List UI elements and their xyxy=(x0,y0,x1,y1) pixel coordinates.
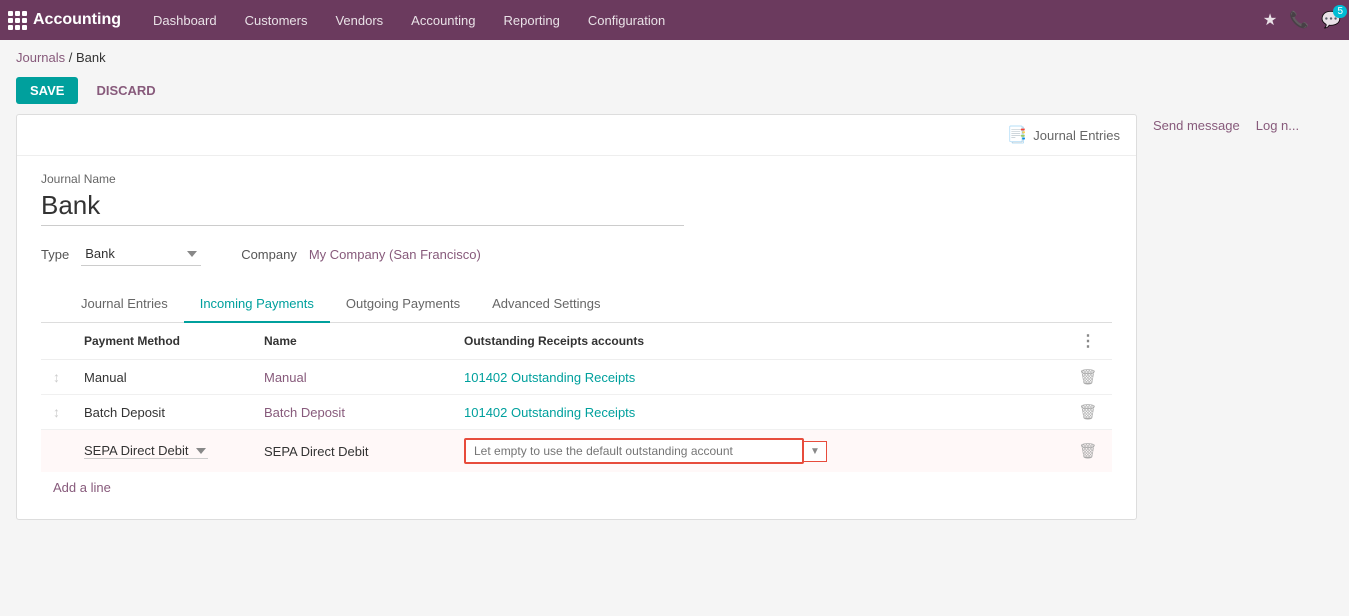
tab-incoming-payments[interactable]: Incoming Payments xyxy=(184,286,330,323)
company-label: Company xyxy=(241,247,297,262)
col-header-actions: ⋮ xyxy=(1064,323,1112,360)
type-field: Type Bank xyxy=(41,242,201,266)
delete-cell-3: 🗑 xyxy=(1064,430,1112,473)
method-value-1: Manual xyxy=(84,370,127,385)
name-cell-3: SEPA Direct Debit xyxy=(252,430,452,473)
delete-button-2[interactable]: 🗑 xyxy=(1078,403,1097,421)
drag-handle-icon[interactable]: ↕ xyxy=(53,369,60,385)
drag-handle-cell: ↕ xyxy=(41,360,72,395)
nav-customers[interactable]: Customers xyxy=(233,7,320,34)
journal-name-label: Journal Name xyxy=(41,172,1112,186)
add-line-button[interactable]: Add a line xyxy=(41,472,123,503)
grid-icon xyxy=(8,11,27,30)
method-cell-3: SEPA Direct Debit xyxy=(72,430,252,473)
name-value-3: SEPA Direct Debit xyxy=(264,444,369,459)
delete-button-1[interactable]: 🗑 xyxy=(1078,368,1097,386)
drag-handle-cell-3 xyxy=(41,430,72,473)
phone-icon[interactable]: 📞 xyxy=(1289,10,1309,30)
save-button[interactable]: SAVE xyxy=(16,77,78,104)
table-row: ↕ Manual Manual 101402 Outstanding Recei… xyxy=(41,360,1112,395)
action-bar: SAVE DISCARD xyxy=(0,71,1349,114)
discard-button[interactable]: DISCARD xyxy=(86,77,165,104)
method-cell-2: Batch Deposit xyxy=(72,395,252,430)
send-message-link[interactable]: Send message xyxy=(1153,118,1240,133)
form-body: Journal Name Bank Type Bank Company My C… xyxy=(17,156,1136,519)
app-brand[interactable]: Accounting xyxy=(8,11,121,30)
breadcrumb-separator: / xyxy=(69,50,76,65)
type-label: Type xyxy=(41,247,69,262)
receipts-cell-2: 101402 Outstanding Receipts xyxy=(452,395,1064,430)
chat-badge: 5 xyxy=(1333,5,1347,18)
name-link-2[interactable]: Batch Deposit xyxy=(264,405,345,420)
journal-entries-label: Journal Entries xyxy=(1033,128,1120,143)
top-navigation: Accounting Dashboard Customers Vendors A… xyxy=(0,0,1349,40)
add-line-row: Add a line xyxy=(41,472,1112,503)
method-value-2: Batch Deposit xyxy=(84,405,165,420)
nav-menu: Dashboard Customers Vendors Accounting R… xyxy=(141,7,1263,34)
breadcrumb-parent[interactable]: Journals xyxy=(16,50,65,65)
tab-advanced-settings[interactable]: Advanced Settings xyxy=(476,286,616,323)
delete-cell-1: 🗑 xyxy=(1064,360,1112,395)
breadcrumb-current: Bank xyxy=(76,50,106,65)
col-header-drag xyxy=(41,323,72,360)
type-select[interactable]: Bank xyxy=(81,242,201,266)
company-field: Company My Company (San Francisco) xyxy=(241,247,481,262)
receipts-link-2[interactable]: 101402 Outstanding Receipts xyxy=(464,405,635,420)
receipts-cell-1: 101402 Outstanding Receipts xyxy=(452,360,1064,395)
journal-name-value[interactable]: Bank xyxy=(41,190,684,226)
log-note-link[interactable]: Log n... xyxy=(1256,118,1299,133)
receipts-cell-3: ▼ xyxy=(452,430,1064,473)
delete-button-3[interactable]: 🗑 xyxy=(1078,442,1097,460)
company-link[interactable]: My Company (San Francisco) xyxy=(309,247,481,262)
table-row: ↕ Batch Deposit Batch Deposit 101402 Out… xyxy=(41,395,1112,430)
tabs-bar: Journal Entries Incoming Payments Outgoi… xyxy=(41,286,1112,323)
name-link-1[interactable]: Manual xyxy=(264,370,307,385)
table-row-active: SEPA Direct Debit SEPA Direct Debit ▼ xyxy=(41,430,1112,473)
column-menu-icon[interactable]: ⋮ xyxy=(1076,333,1100,350)
chat-icon[interactable]: 💬 5 xyxy=(1321,10,1341,30)
tab-journal-entries[interactable]: Journal Entries xyxy=(65,286,184,323)
sidebar-action-links: Send message Log n... xyxy=(1153,114,1333,133)
delete-cell-2: 🗑 xyxy=(1064,395,1112,430)
receipts-input-wrapper: ▼ xyxy=(464,438,1052,464)
method-cell-1: Manual xyxy=(72,360,252,395)
name-cell-2: Batch Deposit xyxy=(252,395,452,430)
nav-reporting[interactable]: Reporting xyxy=(492,7,572,34)
drag-handle-icon-2[interactable]: ↕ xyxy=(53,404,60,420)
nav-accounting[interactable]: Accounting xyxy=(399,7,487,34)
payments-table: Payment Method Name Outstanding Receipts… xyxy=(41,323,1112,472)
main-card: 📑 Journal Entries Journal Name Bank Type… xyxy=(16,114,1137,520)
star-icon[interactable]: ★ xyxy=(1263,10,1277,30)
col-header-name: Name xyxy=(252,323,452,360)
nav-configuration[interactable]: Configuration xyxy=(576,7,677,34)
brand-name: Accounting xyxy=(33,11,121,29)
journal-icon: 📑 xyxy=(1007,125,1027,145)
col-header-receipts: Outstanding Receipts accounts xyxy=(452,323,1064,360)
drag-handle-cell-2: ↕ xyxy=(41,395,72,430)
nav-right-actions: ★ 📞 💬 5 xyxy=(1263,10,1341,30)
journal-entries-button[interactable]: 📑 Journal Entries xyxy=(1007,125,1120,145)
method-select-3[interactable]: SEPA Direct Debit xyxy=(84,443,208,459)
receipts-dropdown-arrow[interactable]: ▼ xyxy=(804,441,827,462)
breadcrumb: Journals / Bank xyxy=(0,40,1349,71)
right-sidebar: Send message Log n... xyxy=(1153,114,1333,520)
form-row-type-company: Type Bank Company My Company (San Franci… xyxy=(41,242,1112,266)
nav-vendors[interactable]: Vendors xyxy=(323,7,395,34)
receipts-input-3[interactable] xyxy=(464,438,804,464)
col-header-method: Payment Method xyxy=(72,323,252,360)
name-cell-1: Manual xyxy=(252,360,452,395)
tab-outgoing-payments[interactable]: Outgoing Payments xyxy=(330,286,476,323)
card-top-actions: 📑 Journal Entries xyxy=(17,115,1136,156)
main-layout: 📑 Journal Entries Journal Name Bank Type… xyxy=(0,114,1349,536)
nav-dashboard[interactable]: Dashboard xyxy=(141,7,229,34)
receipts-link-1[interactable]: 101402 Outstanding Receipts xyxy=(464,370,635,385)
